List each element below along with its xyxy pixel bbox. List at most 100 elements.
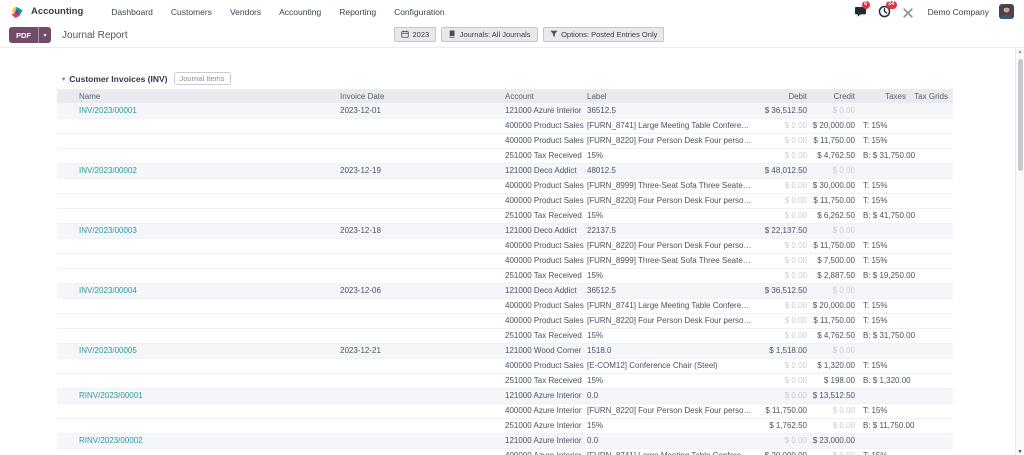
collapse-caret-icon[interactable]: ▾ (62, 75, 65, 83)
taxes-cell: T: 15% (855, 133, 906, 149)
tax-grids-cell (906, 163, 953, 179)
credit-cell: $ 30,000.00 (807, 178, 855, 194)
label-cell: 15% (587, 373, 752, 389)
account-cell: 251000 Tax Received (505, 328, 587, 344)
taxes-cell: T: 15% (855, 313, 906, 329)
taxes-cell: T: 15% (855, 178, 906, 194)
debit-cell: $ 0.00 (752, 148, 807, 164)
filter-bar: 2023 Journals: All Journals Options: Pos… (394, 27, 665, 42)
control-panel: PDF ▾ Journal Report 2023 Journals: All … (0, 23, 1024, 48)
options-filter-button[interactable]: Options: Posted Entries Only (542, 27, 665, 42)
journal-items-button[interactable]: Journal Items (173, 72, 231, 85)
col-label: Label (587, 89, 752, 103)
tax-grids-cell (906, 403, 953, 419)
menu-dashboard[interactable]: Dashboard (111, 7, 153, 17)
debit-cell: $ 0.00 (752, 268, 807, 284)
label-cell: [FURN_8220] Four Person Desk Four person… (587, 313, 752, 329)
account-cell: 121000 Deco Addict (505, 283, 587, 299)
table-row: 400000 Product Sales [FURN_8999] Three-S… (57, 178, 953, 194)
label-cell: 1518.0 (587, 343, 752, 359)
invoice-date-cell (340, 178, 505, 194)
taxes-cell (855, 433, 906, 449)
menu-customers[interactable]: Customers (171, 7, 212, 17)
entry-name-link[interactable]: INV/2023/00002 (79, 166, 137, 175)
taxes-cell (855, 343, 906, 359)
menu-reporting[interactable]: Reporting (339, 7, 376, 17)
invoice-date-cell (340, 403, 505, 419)
account-cell: 400000 Azure Interior (505, 448, 587, 455)
entry-name-link[interactable]: RINV/2023/00002 (79, 436, 143, 445)
entry-name-link[interactable]: INV/2023/00001 (79, 106, 137, 115)
date-filter-button[interactable]: 2023 (394, 27, 437, 42)
scroll-down-icon[interactable]: ▼ (1016, 449, 1024, 455)
entry-name-link[interactable]: INV/2023/00004 (79, 286, 137, 295)
table-row: INV/2023/00002 2023-12-19 121000 Deco Ad… (57, 163, 953, 179)
menu-vendors[interactable]: Vendors (230, 7, 261, 17)
taxes-cell: B: $ 31,750.00 (855, 148, 915, 164)
entry-name-link[interactable]: RINV/2023/00001 (79, 391, 143, 400)
journals-filter-button[interactable]: Journals: All Journals (441, 27, 538, 42)
invoice-date-cell (340, 193, 505, 209)
messages-icon[interactable]: 6 (854, 0, 870, 19)
app-name[interactable]: Accounting (31, 6, 83, 17)
menu-accounting[interactable]: Accounting (279, 7, 321, 17)
invoice-date-cell (340, 373, 505, 389)
table-row: 400000 Azure Interior [FURN_8741] Large … (57, 448, 953, 455)
table-row: 400000 Product Sales [FURN_8220] Four Pe… (57, 313, 953, 329)
label-cell: [FURN_8220] Four Person Desk Four person… (587, 238, 752, 254)
company-switcher[interactable]: Demo Company (928, 7, 989, 17)
table-row: 400000 Product Sales [E-COM12] Conferenc… (57, 358, 953, 374)
credit-cell: $ 2,887.50 (807, 268, 855, 284)
taxes-cell: T: 15% (855, 238, 906, 254)
credit-cell: $ 7,500.00 (807, 253, 855, 269)
debit-cell: $ 1,518.00 (752, 343, 807, 359)
table-row: INV/2023/00003 2023-12-18 121000 Deco Ad… (57, 223, 953, 239)
pdf-button[interactable]: PDF (9, 27, 38, 43)
menu-configuration[interactable]: Configuration (394, 7, 445, 17)
invoice-date-cell (340, 268, 505, 284)
taxes-cell: T: 15% (855, 118, 906, 134)
invoice-date-cell (340, 388, 505, 404)
activities-icon[interactable]: 24 (878, 0, 897, 19)
tax-grids-cell (906, 253, 953, 269)
label-cell: 15% (587, 268, 752, 284)
settings-icon[interactable] (902, 6, 914, 18)
table-row: INV/2023/00005 2023-12-21 121000 Wood Co… (57, 343, 953, 359)
pdf-dropdown-toggle[interactable]: ▾ (38, 27, 52, 43)
book-icon (448, 30, 456, 40)
credit-cell: $ 20,000.00 (807, 118, 855, 134)
odoo-logo[interactable] (10, 5, 24, 19)
tax-grids-cell (906, 373, 953, 389)
vertical-scrollbar[interactable]: ▲ ▼ (1015, 48, 1024, 455)
account-cell: 251000 Azure Interior (505, 418, 587, 434)
scrollbar-thumb[interactable] (1017, 59, 1023, 171)
invoice-date-cell (340, 133, 505, 149)
tax-grids-cell (906, 178, 953, 194)
entry-name-link[interactable]: INV/2023/00003 (79, 226, 137, 235)
filter-icon (550, 30, 558, 40)
debit-cell: $ 0.00 (752, 178, 807, 194)
invoice-date-cell (340, 238, 505, 254)
table-row: 251000 Tax Received 15% $ 0.00 $ 4,762.5… (57, 148, 953, 164)
debit-cell: $ 0.00 (752, 373, 807, 389)
label-cell: 22137.5 (587, 223, 752, 239)
debit-cell: $ 0.00 (752, 388, 807, 404)
taxes-cell: T: 15% (855, 298, 906, 314)
tax-grids-cell (906, 388, 953, 404)
tax-grids-cell (906, 358, 953, 374)
invoice-date-cell (340, 118, 505, 134)
table-row: INV/2023/00001 2023-12-01 121000 Azure I… (57, 103, 953, 119)
credit-cell: $ 0.00 (807, 448, 855, 455)
entry-name-link[interactable]: INV/2023/00005 (79, 346, 137, 355)
taxes-cell: T: 15% (855, 253, 906, 269)
user-avatar[interactable] (999, 4, 1014, 19)
table-row: RINV/2023/00001 121000 Azure Interior 0.… (57, 388, 953, 404)
taxes-cell (855, 163, 906, 179)
invoice-date-cell (340, 313, 505, 329)
account-cell: 400000 Product Sales (505, 238, 587, 254)
credit-cell: $ 13,512.50 (807, 388, 855, 404)
journals-filter-label: Journals: All Journals (459, 30, 531, 39)
scroll-up-icon[interactable]: ▲ (1016, 49, 1024, 55)
table-row: 400000 Product Sales [FURN_8741] Large M… (57, 118, 953, 134)
account-cell: 121000 Azure Interior (505, 433, 587, 449)
